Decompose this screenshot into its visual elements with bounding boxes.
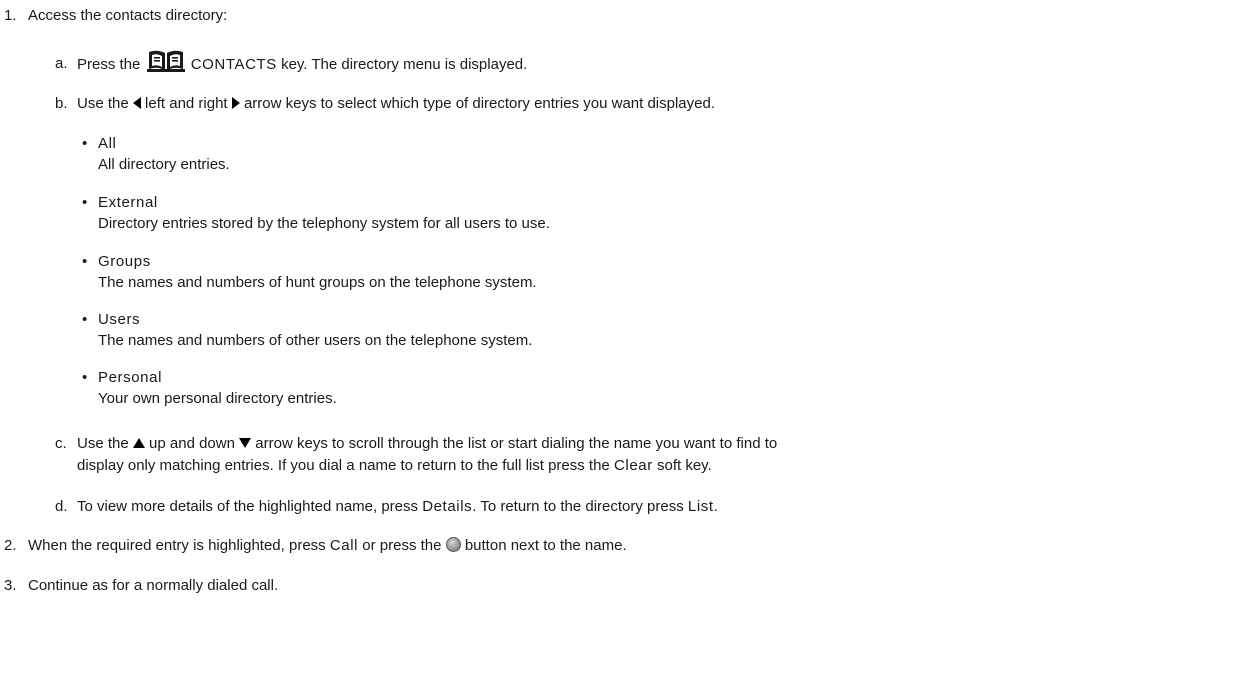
- entry-type-description: All directory entries.: [98, 156, 230, 173]
- round-button-icon: [445, 536, 461, 552]
- up-arrow-icon: [132, 438, 145, 449]
- right-arrow-icon: [231, 97, 240, 110]
- step-b-pre: Use the: [77, 95, 129, 112]
- step-c-mid: up and down: [149, 435, 235, 452]
- step-2: 2. When the required entry is highlighte…: [0, 536, 627, 556]
- down-arrow-icon: [239, 438, 252, 449]
- step-d-post: .: [713, 498, 718, 515]
- entry-type-title: Users: [98, 311, 141, 328]
- book-icon: [146, 50, 185, 72]
- step-a-post: key. The directory menu is displayed.: [281, 55, 528, 73]
- entry-type-title: Groups: [98, 253, 151, 270]
- clear-key-label: Clear: [613, 457, 653, 474]
- step-1: 1. Access the contacts directory:: [0, 6, 227, 26]
- step-a: a. Press the CONTACTS key. The directory…: [0, 50, 528, 77]
- step-number: 3.: [4, 577, 17, 594]
- step-letter: c.: [55, 435, 67, 452]
- bullet-dot: •: [82, 311, 88, 328]
- step-b: b. Use the left and right arrow keys to …: [0, 93, 715, 115]
- step-number: 1.: [4, 7, 17, 24]
- step-c-post: arrow keys to scroll through the list or…: [255, 435, 778, 452]
- entry-type-description: The names and numbers of other users on …: [98, 332, 533, 349]
- step-d-mid: . To return to the directory press: [472, 498, 684, 515]
- list-item: • All All directory entries.: [0, 133, 230, 175]
- step-number: 2.: [4, 537, 17, 554]
- step-text: Access the contacts directory:: [28, 7, 228, 24]
- entry-type-title: External: [98, 194, 158, 211]
- call-key-label: Call: [329, 537, 359, 554]
- step-text: Continue as for a normally dialed call.: [28, 577, 279, 594]
- entry-type-description: Your own personal directory entries.: [98, 390, 337, 407]
- left-arrow-icon: [132, 97, 141, 110]
- step-b-post: arrow keys to select which type of direc…: [243, 95, 716, 112]
- step-d-pre: To view more details of the highlighted …: [77, 498, 419, 515]
- entry-type-description: The names and numbers of hunt groups on …: [98, 274, 537, 291]
- step-3: 3. Continue as for a normally dialed cal…: [0, 576, 278, 596]
- entry-type-title: All: [98, 135, 117, 152]
- step-2-mid: or press the: [362, 537, 442, 554]
- step-c: c. Use the up and down arrow keys to scr…: [0, 433, 777, 477]
- bullet-dot: •: [82, 369, 88, 386]
- bullet-dot: •: [82, 253, 88, 270]
- list-item: • Personal Your own personal directory e…: [0, 367, 337, 409]
- step-a-pre: Press the: [77, 55, 141, 73]
- step-2-post: button next to the name.: [464, 537, 627, 554]
- step-c-line2-post: soft key.: [656, 457, 712, 474]
- entry-type-title: Personal: [98, 369, 163, 386]
- step-letter: d.: [55, 498, 68, 515]
- details-key-label: Details: [422, 498, 473, 515]
- step-letter: a.: [55, 55, 68, 72]
- bullet-dot: •: [82, 194, 88, 211]
- entry-type-description: Directory entries stored by the telephon…: [98, 215, 550, 232]
- step-c-pre: Use the: [77, 435, 129, 452]
- step-letter: b.: [55, 95, 68, 112]
- list-item: • Groups The names and numbers of hunt g…: [0, 251, 537, 293]
- step-d: d. To view more details of the highlight…: [0, 496, 718, 518]
- list-key-label: List: [687, 498, 714, 515]
- bullet-dot: •: [82, 135, 88, 152]
- step-c-line2-pre: display only matching entries. If you di…: [77, 457, 610, 474]
- contacts-key-label: CONTACTS: [190, 55, 277, 73]
- step-2-pre: When the required entry is highlighted, …: [28, 537, 326, 554]
- step-b-mid: left and right: [145, 95, 228, 112]
- list-item: • Users The names and numbers of other u…: [0, 309, 532, 351]
- list-item: • External Directory entries stored by t…: [0, 192, 550, 234]
